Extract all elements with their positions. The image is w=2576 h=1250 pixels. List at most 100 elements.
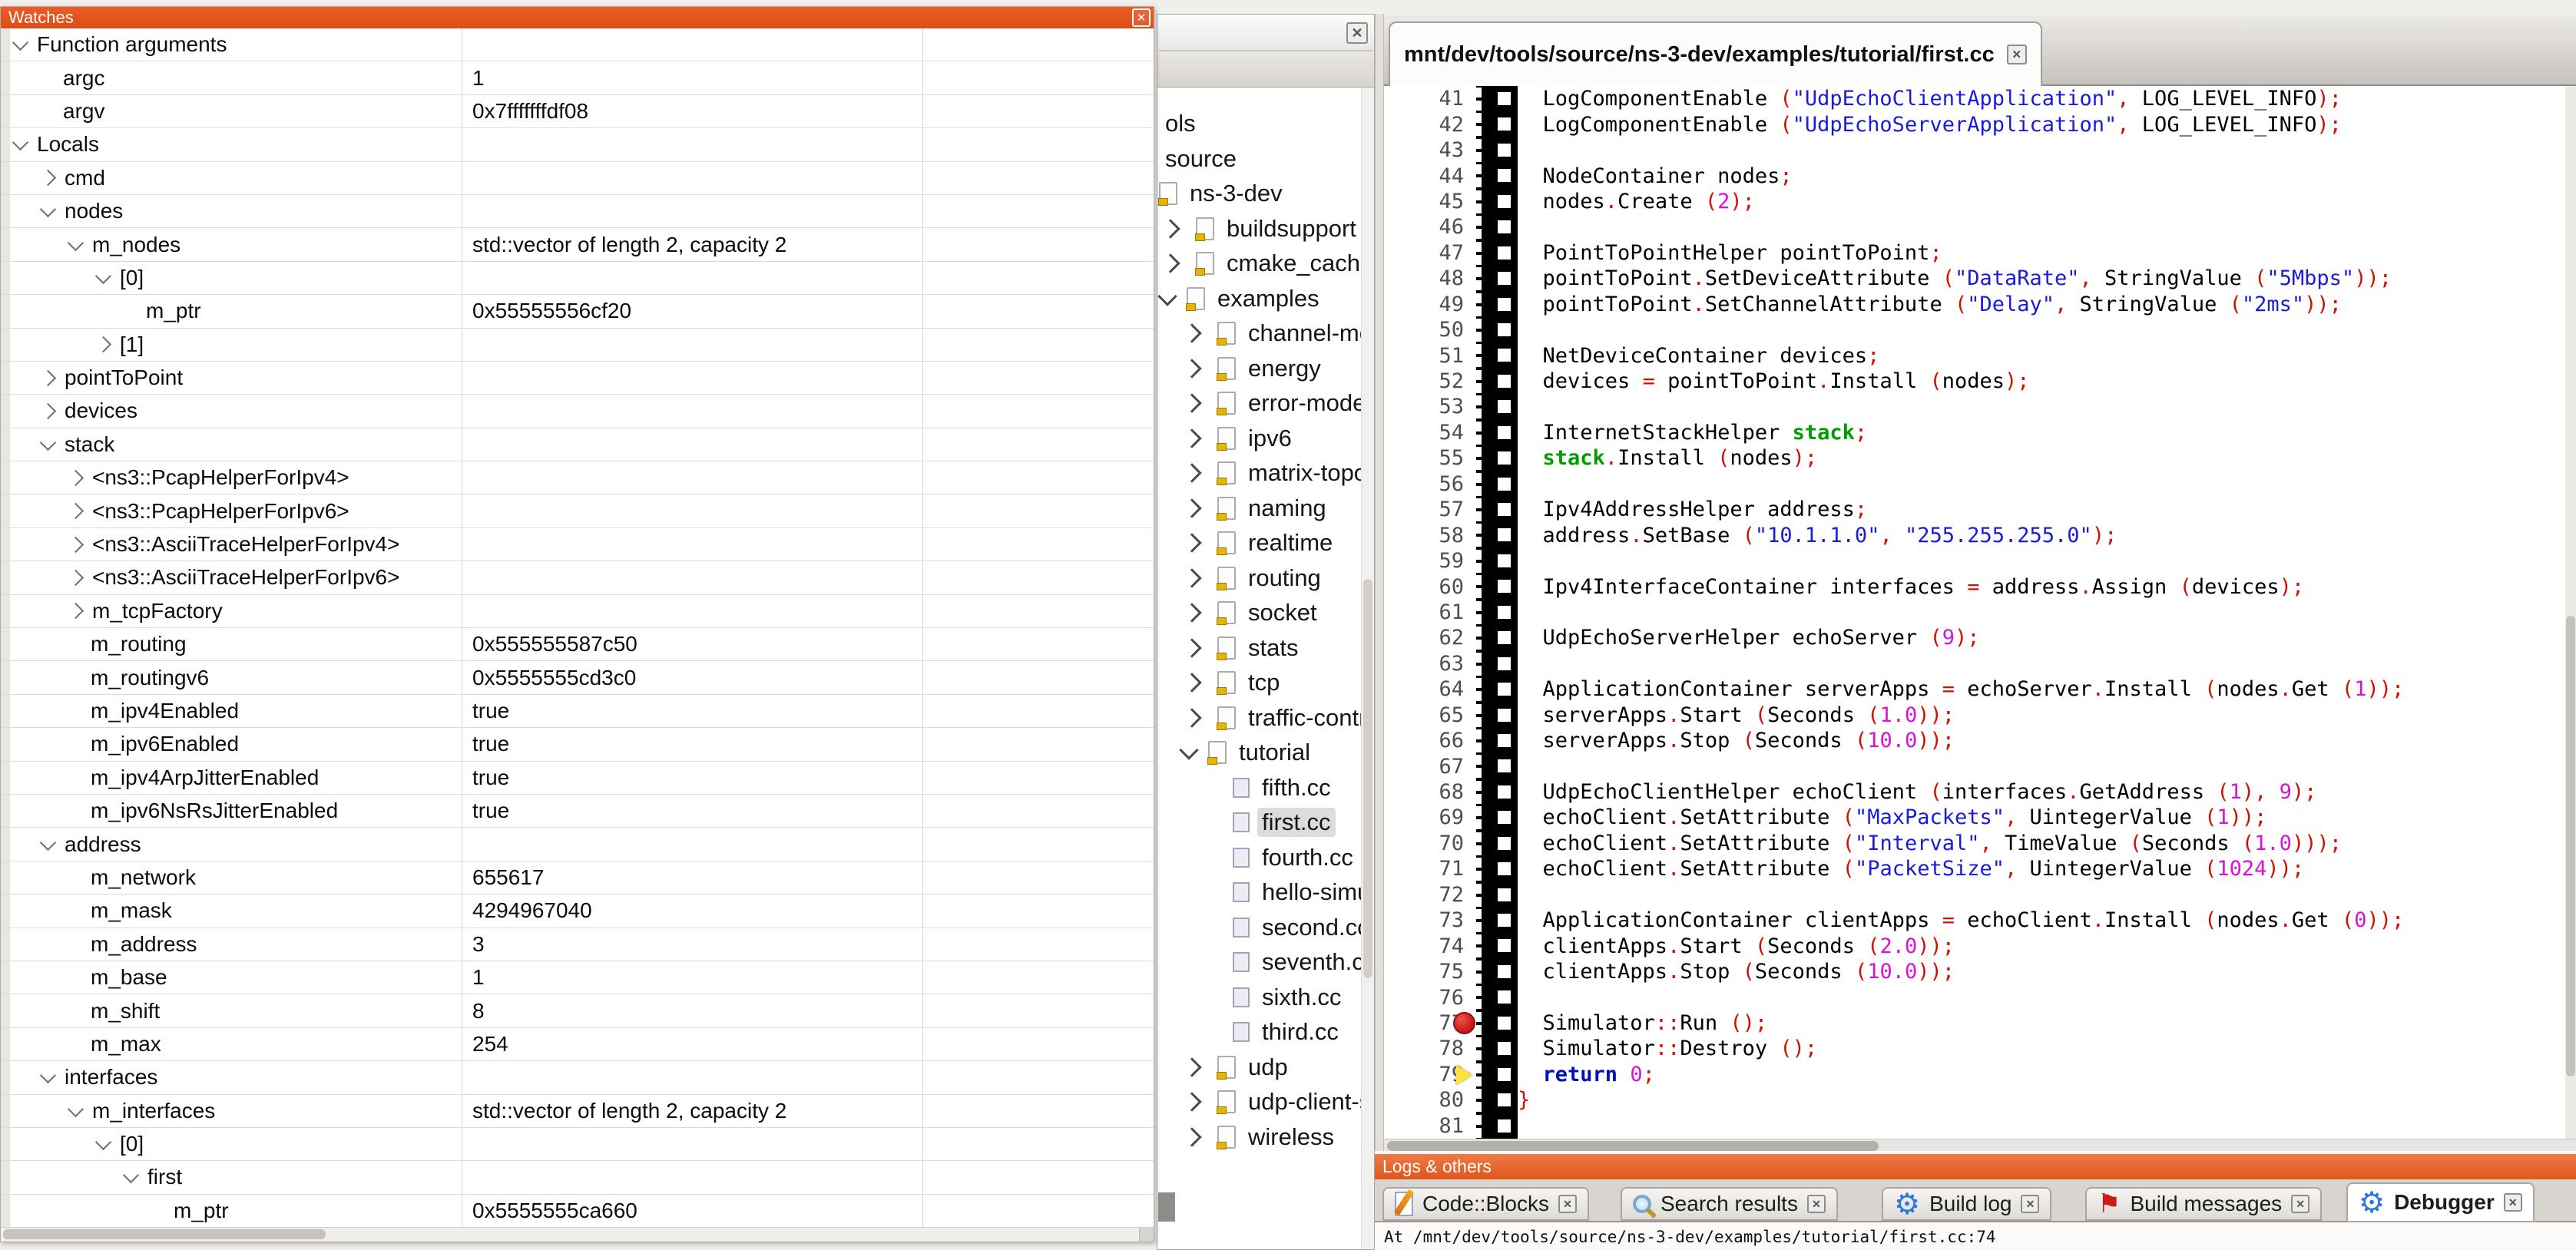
- tab-search-results[interactable]: Search results✕: [1621, 1187, 1838, 1221]
- tab-debugger[interactable]: ⚙Debugger✕: [2346, 1182, 2535, 1222]
- fold-margin[interactable]: [1476, 1062, 1518, 1087]
- code-line-42[interactable]: 42 LogComponentEnable ("UdpEchoServerApp…: [1384, 111, 2565, 137]
- watches-titlebar[interactable]: Watches: [1, 7, 1154, 28]
- watch-value[interactable]: 0x555555587c50: [472, 632, 637, 656]
- tree-item-realtime[interactable]: realtime: [1182, 527, 1337, 559]
- watch-row-m-ipv6enabled[interactable]: m_ipv6Enabledtrue: [1, 728, 1154, 761]
- tree-item-ipv6[interactable]: ipv6: [1182, 422, 1296, 455]
- fold-margin[interactable]: [1476, 856, 1518, 881]
- watch-value[interactable]: 655617: [472, 865, 544, 890]
- chevron-right-icon[interactable]: [40, 369, 56, 385]
- watch-row-first[interactable]: first: [1, 1161, 1154, 1194]
- watch-value[interactable]: 4294967040: [472, 898, 592, 923]
- fold-margin[interactable]: [1476, 266, 1518, 291]
- editor-tab-first-cc[interactable]: mnt/dev/tools/source/ns-3-dev/examples/t…: [1389, 21, 2042, 86]
- chevron-right-icon[interactable]: [1182, 359, 1201, 378]
- watch-value[interactable]: std::vector of length 2, capacity 2: [472, 1099, 786, 1123]
- code-line-62[interactable]: 62 UdpEchoServerHelper echoServer (9);: [1384, 625, 2565, 650]
- close-icon[interactable]: ✕: [1346, 22, 1368, 44]
- fold-margin[interactable]: [1476, 882, 1518, 908]
- chevron-right-icon[interactable]: [68, 570, 84, 586]
- tab-build-log[interactable]: ⚙Build log✕: [1882, 1187, 2051, 1221]
- fold-margin[interactable]: [1476, 651, 1518, 676]
- code-line-52[interactable]: 52 devices = pointToPoint.Install (nodes…: [1384, 369, 2565, 394]
- fold-margin[interactable]: [1476, 728, 1518, 753]
- tree-item-naming[interactable]: naming: [1182, 492, 1331, 524]
- fold-margin[interactable]: [1476, 703, 1518, 728]
- tree-item-channel-mod[interactable]: channel-mod: [1182, 317, 1374, 349]
- tree-item-error-model[interactable]: error-model: [1182, 387, 1374, 419]
- code-line-68[interactable]: 68 UdpEchoClientHelper echoClient (inter…: [1384, 779, 2565, 805]
- watch-row-ns3-asciitracehelperforipv4[interactable]: <ns3::AsciiTraceHelperForIpv4>: [1, 528, 1154, 561]
- tree-item-fifth-cc[interactable]: fifth.cc: [1233, 772, 1336, 804]
- chevron-right-icon[interactable]: [1182, 603, 1201, 622]
- fold-margin[interactable]: [1476, 1010, 1518, 1036]
- watch-value[interactable]: 8: [472, 999, 485, 1023]
- code-line-50[interactable]: 50: [1384, 317, 2565, 342]
- watch-row-m-routing[interactable]: m_routing0x555555587c50: [1, 628, 1154, 661]
- code-line-51[interactable]: 51 NetDeviceContainer devices;: [1384, 342, 2565, 368]
- close-icon[interactable]: ✕: [1132, 8, 1151, 27]
- watch-row-m-ptr[interactable]: m_ptr0x55555556cf20: [1, 295, 1154, 328]
- code-line-66[interactable]: 66 serverApps.Stop (Seconds (10.0));: [1384, 728, 2565, 753]
- chevron-right-icon[interactable]: [95, 336, 111, 352]
- chevron-right-icon[interactable]: [1182, 1092, 1201, 1111]
- tree-item-source[interactable]: source: [1161, 143, 1241, 175]
- tree-item-wireless[interactable]: wireless: [1182, 1121, 1339, 1153]
- tree-item-buildsupport[interactable]: buildsupport: [1161, 213, 1361, 245]
- code-line-57[interactable]: 57 Ipv4AddressHelper address;: [1384, 497, 2565, 522]
- fold-margin[interactable]: [1476, 497, 1518, 522]
- tree-item-udp[interactable]: udp: [1182, 1051, 1293, 1083]
- watches-grid[interactable]: Function argumentsargc1argv0x7fffffffdf0…: [1, 28, 1154, 1228]
- watch-value[interactable]: 1: [472, 66, 485, 91]
- fold-margin[interactable]: [1476, 317, 1518, 342]
- code-line-47[interactable]: 47 PointToPointHelper pointToPoint;: [1384, 240, 2565, 266]
- fold-margin[interactable]: [1476, 1087, 1518, 1113]
- project-tree[interactable]: olssourcens-3-devbuildsupportcmake_cache…: [1157, 88, 1374, 1249]
- tab-build-messages[interactable]: ⚑Build messages✕: [2085, 1187, 2322, 1221]
- chevron-down-icon[interactable]: [68, 234, 84, 250]
- tree-item-third-cc[interactable]: third.cc: [1233, 1016, 1343, 1048]
- tree-horizontal-scrollbar-thumb[interactable]: [1158, 1192, 1175, 1222]
- code-line-43[interactable]: 43: [1384, 137, 2565, 163]
- scrollbar-thumb[interactable]: [1387, 1141, 1879, 1151]
- watch-row-1[interactable]: [1]: [1, 329, 1154, 362]
- watch-row-stack[interactable]: stack: [1, 428, 1154, 461]
- fold-margin[interactable]: [1476, 292, 1518, 317]
- chevron-right-icon[interactable]: [68, 536, 84, 552]
- code-line-76[interactable]: 76: [1384, 984, 2565, 1010]
- code-line-81[interactable]: 81: [1384, 1113, 2565, 1139]
- chevron-down-icon[interactable]: [40, 435, 56, 451]
- tree-item-tcp[interactable]: tcp: [1182, 666, 1284, 699]
- chevron-right-icon[interactable]: [1182, 638, 1201, 657]
- chevron-right-icon[interactable]: [1182, 393, 1201, 412]
- code-line-79[interactable]: 79 return 0;: [1384, 1062, 2565, 1087]
- tree-item-first-cc[interactable]: first.cc: [1233, 806, 1336, 838]
- watch-row-m-ipv4arpjitterenabled[interactable]: m_ipv4ArpJitterEnabledtrue: [1, 762, 1154, 795]
- watch-value[interactable]: 254: [472, 1032, 508, 1057]
- fold-margin[interactable]: [1476, 805, 1518, 830]
- scrollbar-thumb[interactable]: [1363, 579, 1372, 978]
- watch-row-m-ipv4enabled[interactable]: m_ipv4Enabledtrue: [1, 695, 1154, 728]
- chevron-right-icon[interactable]: [1182, 533, 1201, 552]
- code-line-65[interactable]: 65 serverApps.Start (Seconds (1.0));: [1384, 703, 2565, 728]
- watch-row-m-network[interactable]: m_network655617: [1, 861, 1154, 895]
- watch-value[interactable]: 0x5555555cd3c0: [472, 666, 636, 690]
- tree-item-routing[interactable]: routing: [1182, 562, 1326, 594]
- code-line-44[interactable]: 44 NodeContainer nodes;: [1384, 163, 2565, 188]
- code-line-73[interactable]: 73 ApplicationContainer clientApps = ech…: [1384, 908, 2565, 933]
- fold-margin[interactable]: [1476, 548, 1518, 574]
- watch-value[interactable]: 1: [472, 965, 485, 990]
- code-line-63[interactable]: 63: [1384, 651, 2565, 676]
- watch-row-ns3-asciitracehelperforipv6[interactable]: <ns3::AsciiTraceHelperForIpv6>: [1, 561, 1154, 594]
- close-icon[interactable]: ✕: [1558, 1195, 1577, 1213]
- fold-margin[interactable]: [1476, 471, 1518, 497]
- chevron-right-icon[interactable]: [1182, 498, 1201, 518]
- chevron-right-icon[interactable]: [1161, 253, 1180, 273]
- fold-margin[interactable]: [1476, 214, 1518, 240]
- tree-item-sixth-cc[interactable]: sixth.cc: [1233, 981, 1346, 1014]
- code-line-54[interactable]: 54 InternetStackHelper stack;: [1384, 420, 2565, 445]
- tree-item-traffic-contro[interactable]: traffic-contro: [1182, 702, 1374, 734]
- fold-margin[interactable]: [1476, 163, 1518, 188]
- watch-row-interfaces[interactable]: interfaces: [1, 1061, 1154, 1094]
